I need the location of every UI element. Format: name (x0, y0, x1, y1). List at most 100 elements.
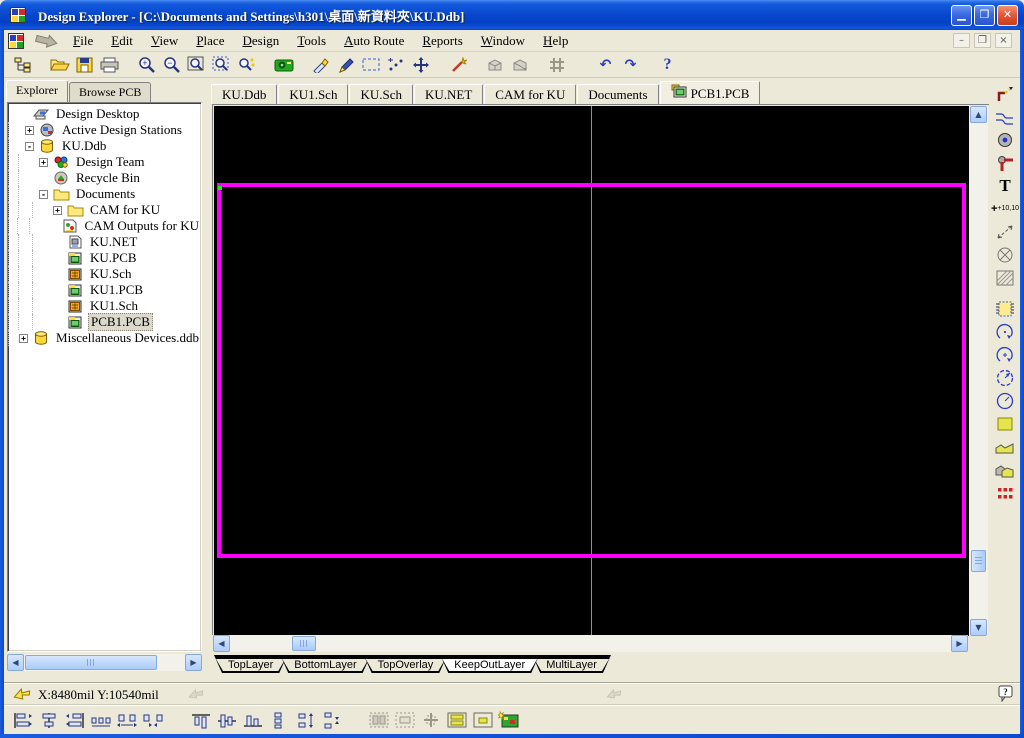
edit-route-icon[interactable] (333, 53, 358, 76)
align-top-icon[interactable] (188, 708, 214, 732)
doc-tab-ku-ddb[interactable]: KU.Ddb (211, 84, 278, 104)
tree-item-active-design-stations[interactable]: + Active Design Stations (8, 122, 201, 138)
scroll-up-icon[interactable]: ▲ (970, 106, 987, 123)
scroll-down-icon[interactable]: ▼ (970, 619, 987, 636)
print-icon[interactable] (97, 53, 122, 76)
tree-item-ku1-pcb[interactable]: KU1.PCB (8, 282, 201, 298)
tree-item-ku1-sch[interactable]: KU1.Sch (8, 298, 201, 314)
menu-auto-route[interactable]: Auto Route (335, 31, 413, 51)
place-coordinate-icon[interactable]: + +10,10 (991, 197, 1019, 220)
slice-tracks-icon[interactable] (308, 53, 333, 76)
zoom-area-icon[interactable] (209, 53, 234, 76)
increase-horizontal-spacing-icon[interactable] (114, 708, 140, 732)
context-help-icon[interactable]: ? (998, 685, 1014, 703)
menu-place[interactable]: Place (187, 31, 233, 51)
doc-tab-ku-sch[interactable]: KU.Sch (349, 84, 413, 104)
layer-tab-keepoutlayer[interactable]: KeepOutLayer (440, 655, 539, 673)
distribute-horizontal-icon[interactable] (88, 708, 114, 732)
move-object-icon[interactable] (383, 53, 408, 76)
tree-item-ku-ddb[interactable]: - KU.Ddb (8, 138, 201, 154)
menu-window[interactable]: Window (472, 31, 534, 51)
density-map-icon[interactable] (496, 708, 522, 732)
expander-icon[interactable]: + (25, 125, 34, 135)
shove-components-icon[interactable] (470, 708, 496, 732)
place-track-icon[interactable] (992, 82, 1018, 105)
tree-item-ku-sch[interactable]: KU.Sch (8, 266, 201, 282)
toggle-grid-icon[interactable] (544, 53, 569, 76)
expander-icon[interactable]: - (25, 141, 34, 151)
doc-tab-ku-net[interactable]: KU.NET (413, 84, 484, 104)
menu-view[interactable]: View (142, 31, 187, 51)
document-system-icon[interactable] (8, 32, 24, 49)
place-full-circle-icon[interactable] (992, 389, 1018, 412)
expander-icon[interactable]: + (39, 157, 48, 167)
place-polygon-icon[interactable] (992, 435, 1018, 458)
menu-help[interactable]: Help (534, 31, 577, 51)
tree-item-miscellaneous-devices[interactable]: + Miscellaneous Devices.ddb (8, 330, 201, 346)
place-arc-center-icon[interactable] (992, 343, 1018, 366)
layer-tab-topoverlay[interactable]: TopOverlay (364, 655, 448, 673)
capture-view-icon[interactable] (271, 53, 296, 76)
place-dimension-icon[interactable] (992, 220, 1018, 243)
scroll-thumb[interactable] (971, 550, 986, 572)
help-icon[interactable]: ? (655, 53, 680, 76)
mdi-close-button[interactable]: × (995, 33, 1012, 48)
arrange-within-room-icon[interactable] (366, 708, 392, 732)
scroll-thumb[interactable] (292, 636, 316, 651)
distribute-vertical-icon[interactable] (266, 708, 292, 732)
tree-item-recycle-bin[interactable]: Recycle Bin (8, 170, 201, 186)
align-left-icon[interactable] (10, 708, 36, 732)
cross-move-icon[interactable] (408, 53, 433, 76)
increase-vertical-spacing-icon[interactable] (292, 708, 318, 732)
select-area-icon[interactable] (358, 53, 383, 76)
place-fill-icon[interactable] (992, 412, 1018, 435)
expander-icon[interactable]: - (39, 189, 48, 199)
open-document-icon[interactable] (47, 53, 72, 76)
tab-explorer[interactable]: Explorer (6, 80, 68, 102)
arrange-on-grid-icon[interactable] (418, 708, 444, 732)
tree-item-documents[interactable]: - Documents (8, 186, 201, 202)
tree-item-pcb1-pcb[interactable]: PCB1.PCB (8, 313, 201, 331)
layer-tab-toplayer[interactable]: TopLayer (214, 655, 287, 673)
tree-item-ku-net[interactable]: KU.NET (8, 234, 201, 250)
decrease-horizontal-spacing-icon[interactable] (140, 708, 166, 732)
doc-tab-cam-for-ku[interactable]: CAM for KU (484, 84, 577, 104)
tree-item-cam-for-ku[interactable]: + CAM for KU (8, 202, 201, 218)
placement-room-icon[interactable] (392, 708, 418, 732)
scroll-right-icon[interactable]: ▶ (951, 635, 968, 652)
tree-item-cam-outputs-for-ku[interactable]: CAM Outputs for KU (8, 218, 201, 234)
explorer-panel-toggle-icon[interactable] (10, 53, 35, 76)
align-center-vertical-icon[interactable] (214, 708, 240, 732)
decrease-vertical-spacing-icon[interactable] (318, 708, 344, 732)
menu-design[interactable]: Design (233, 31, 288, 51)
place-fill-hatched-icon[interactable] (992, 266, 1018, 289)
tree-item-design-team[interactable]: + Design Team (8, 154, 201, 170)
tab-browse-pcb[interactable]: Browse PCB (68, 82, 152, 102)
layer-tab-multilayer[interactable]: MultiLayer (532, 655, 611, 673)
minimize-button[interactable]: ▁ (951, 4, 972, 26)
expander-icon[interactable]: + (19, 333, 29, 343)
tree-item-ku-pcb[interactable]: KU.PCB (8, 250, 201, 266)
mdi-restore-button[interactable]: ❐ (974, 33, 991, 48)
doc-tab-documents[interactable]: Documents (577, 84, 659, 104)
scroll-left-icon[interactable]: ◀ (213, 635, 230, 652)
wizard-icon[interactable] (445, 53, 470, 76)
close-button[interactable]: ✕ (997, 4, 1018, 26)
align-right-icon[interactable] (62, 708, 88, 732)
align-center-horizontal-icon[interactable] (36, 708, 62, 732)
place-paste-shapes-icon[interactable] (992, 458, 1018, 481)
place-pad-icon[interactable] (992, 128, 1018, 151)
place-pad-array-icon[interactable] (992, 481, 1018, 504)
save-icon[interactable] (72, 53, 97, 76)
align-bottom-icon[interactable] (240, 708, 266, 732)
zoom-window-icon[interactable] (184, 53, 209, 76)
place-arc-angle-icon[interactable] (992, 366, 1018, 389)
scroll-right-icon[interactable]: ▶ (185, 654, 202, 671)
undo-icon[interactable]: ↶ (593, 53, 618, 76)
menu-tools[interactable]: Tools (288, 31, 335, 51)
menu-reports[interactable]: Reports (413, 31, 471, 51)
menu-file[interactable]: File (64, 31, 102, 51)
zoom-in-icon[interactable]: + (134, 53, 159, 76)
zoom-out-icon[interactable]: − (159, 53, 184, 76)
scroll-thumb[interactable] (25, 655, 157, 670)
